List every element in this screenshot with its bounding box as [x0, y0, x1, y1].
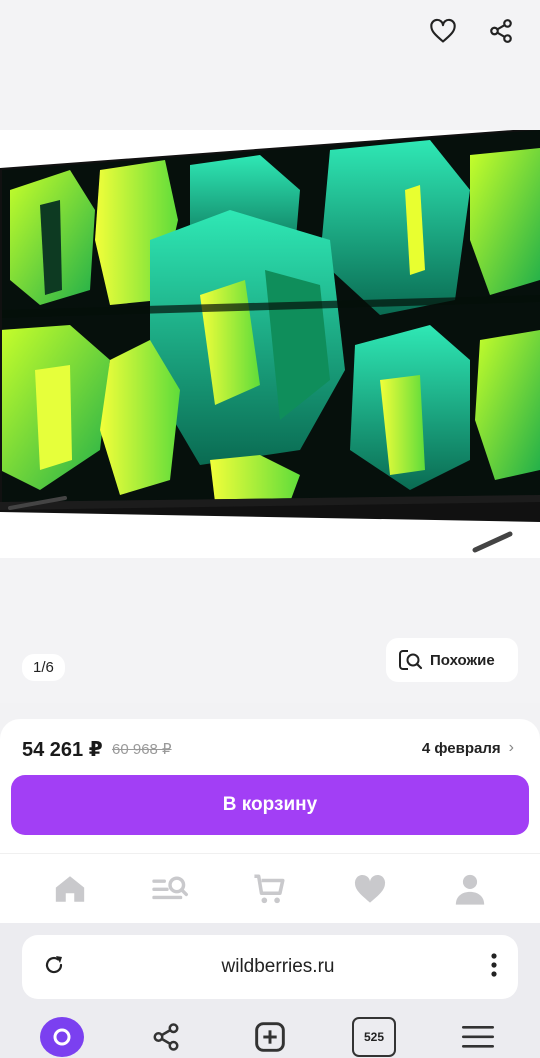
delivery-date: 4 февраля: [421, 739, 501, 757]
current-price: 54 261 ₽: [22, 739, 103, 761]
product-image-tv[interactable]: [0, 130, 540, 558]
profile-icon[interactable]: [450, 869, 490, 909]
alice-icon: [40, 1016, 84, 1057]
product-gallery[interactable]: 1/6 Похожие: [0, 0, 540, 703]
alice-assistant-button[interactable]: [40, 1016, 84, 1057]
url-text: wildberries.ru: [221, 956, 335, 977]
similar-search-icon: [399, 650, 423, 670]
home-icon[interactable]: [50, 869, 90, 909]
address-bar[interactable]: wildberries.ru: [22, 935, 518, 999]
add-to-cart-button[interactable]: В корзину: [11, 775, 529, 835]
similar-label: Похожие: [430, 651, 495, 669]
new-tab-icon[interactable]: [248, 1017, 292, 1057]
catalog-search-icon[interactable]: [150, 869, 190, 909]
tabs-button[interactable]: 525: [352, 1016, 396, 1057]
buy-panel: 54 261 ₽ 60 968 ₽ 4 февраля › В корзину: [0, 719, 540, 853]
chevron-right-icon: ›: [508, 739, 514, 756]
app-bottom-nav: [0, 853, 540, 923]
menu-icon[interactable]: [456, 1017, 500, 1057]
more-vertical-icon[interactable]: [490, 952, 498, 983]
share-icon[interactable]: [484, 14, 518, 48]
browser-tools: 525: [0, 1015, 540, 1058]
reload-icon[interactable]: [42, 953, 66, 982]
cart-icon[interactable]: [250, 869, 290, 909]
browser-share-icon[interactable]: [144, 1017, 188, 1057]
browser-toolbar: wildberries.ru 525: [0, 923, 540, 1058]
gallery-actions: [426, 14, 518, 48]
old-price: 60 968 ₽: [112, 741, 172, 758]
product-page: 1/6 Похожие 54 261 ₽ 60 968 ₽ 4 февраля …: [0, 0, 540, 1058]
favorites-icon[interactable]: [350, 869, 390, 909]
tabs-count: 525: [352, 1016, 396, 1057]
image-counter: 1/6: [22, 654, 65, 681]
delivery-date-link[interactable]: 4 февраля ›: [422, 739, 514, 757]
similar-products-button[interactable]: Похожие: [386, 638, 518, 682]
favorite-heart-icon[interactable]: [426, 14, 460, 48]
